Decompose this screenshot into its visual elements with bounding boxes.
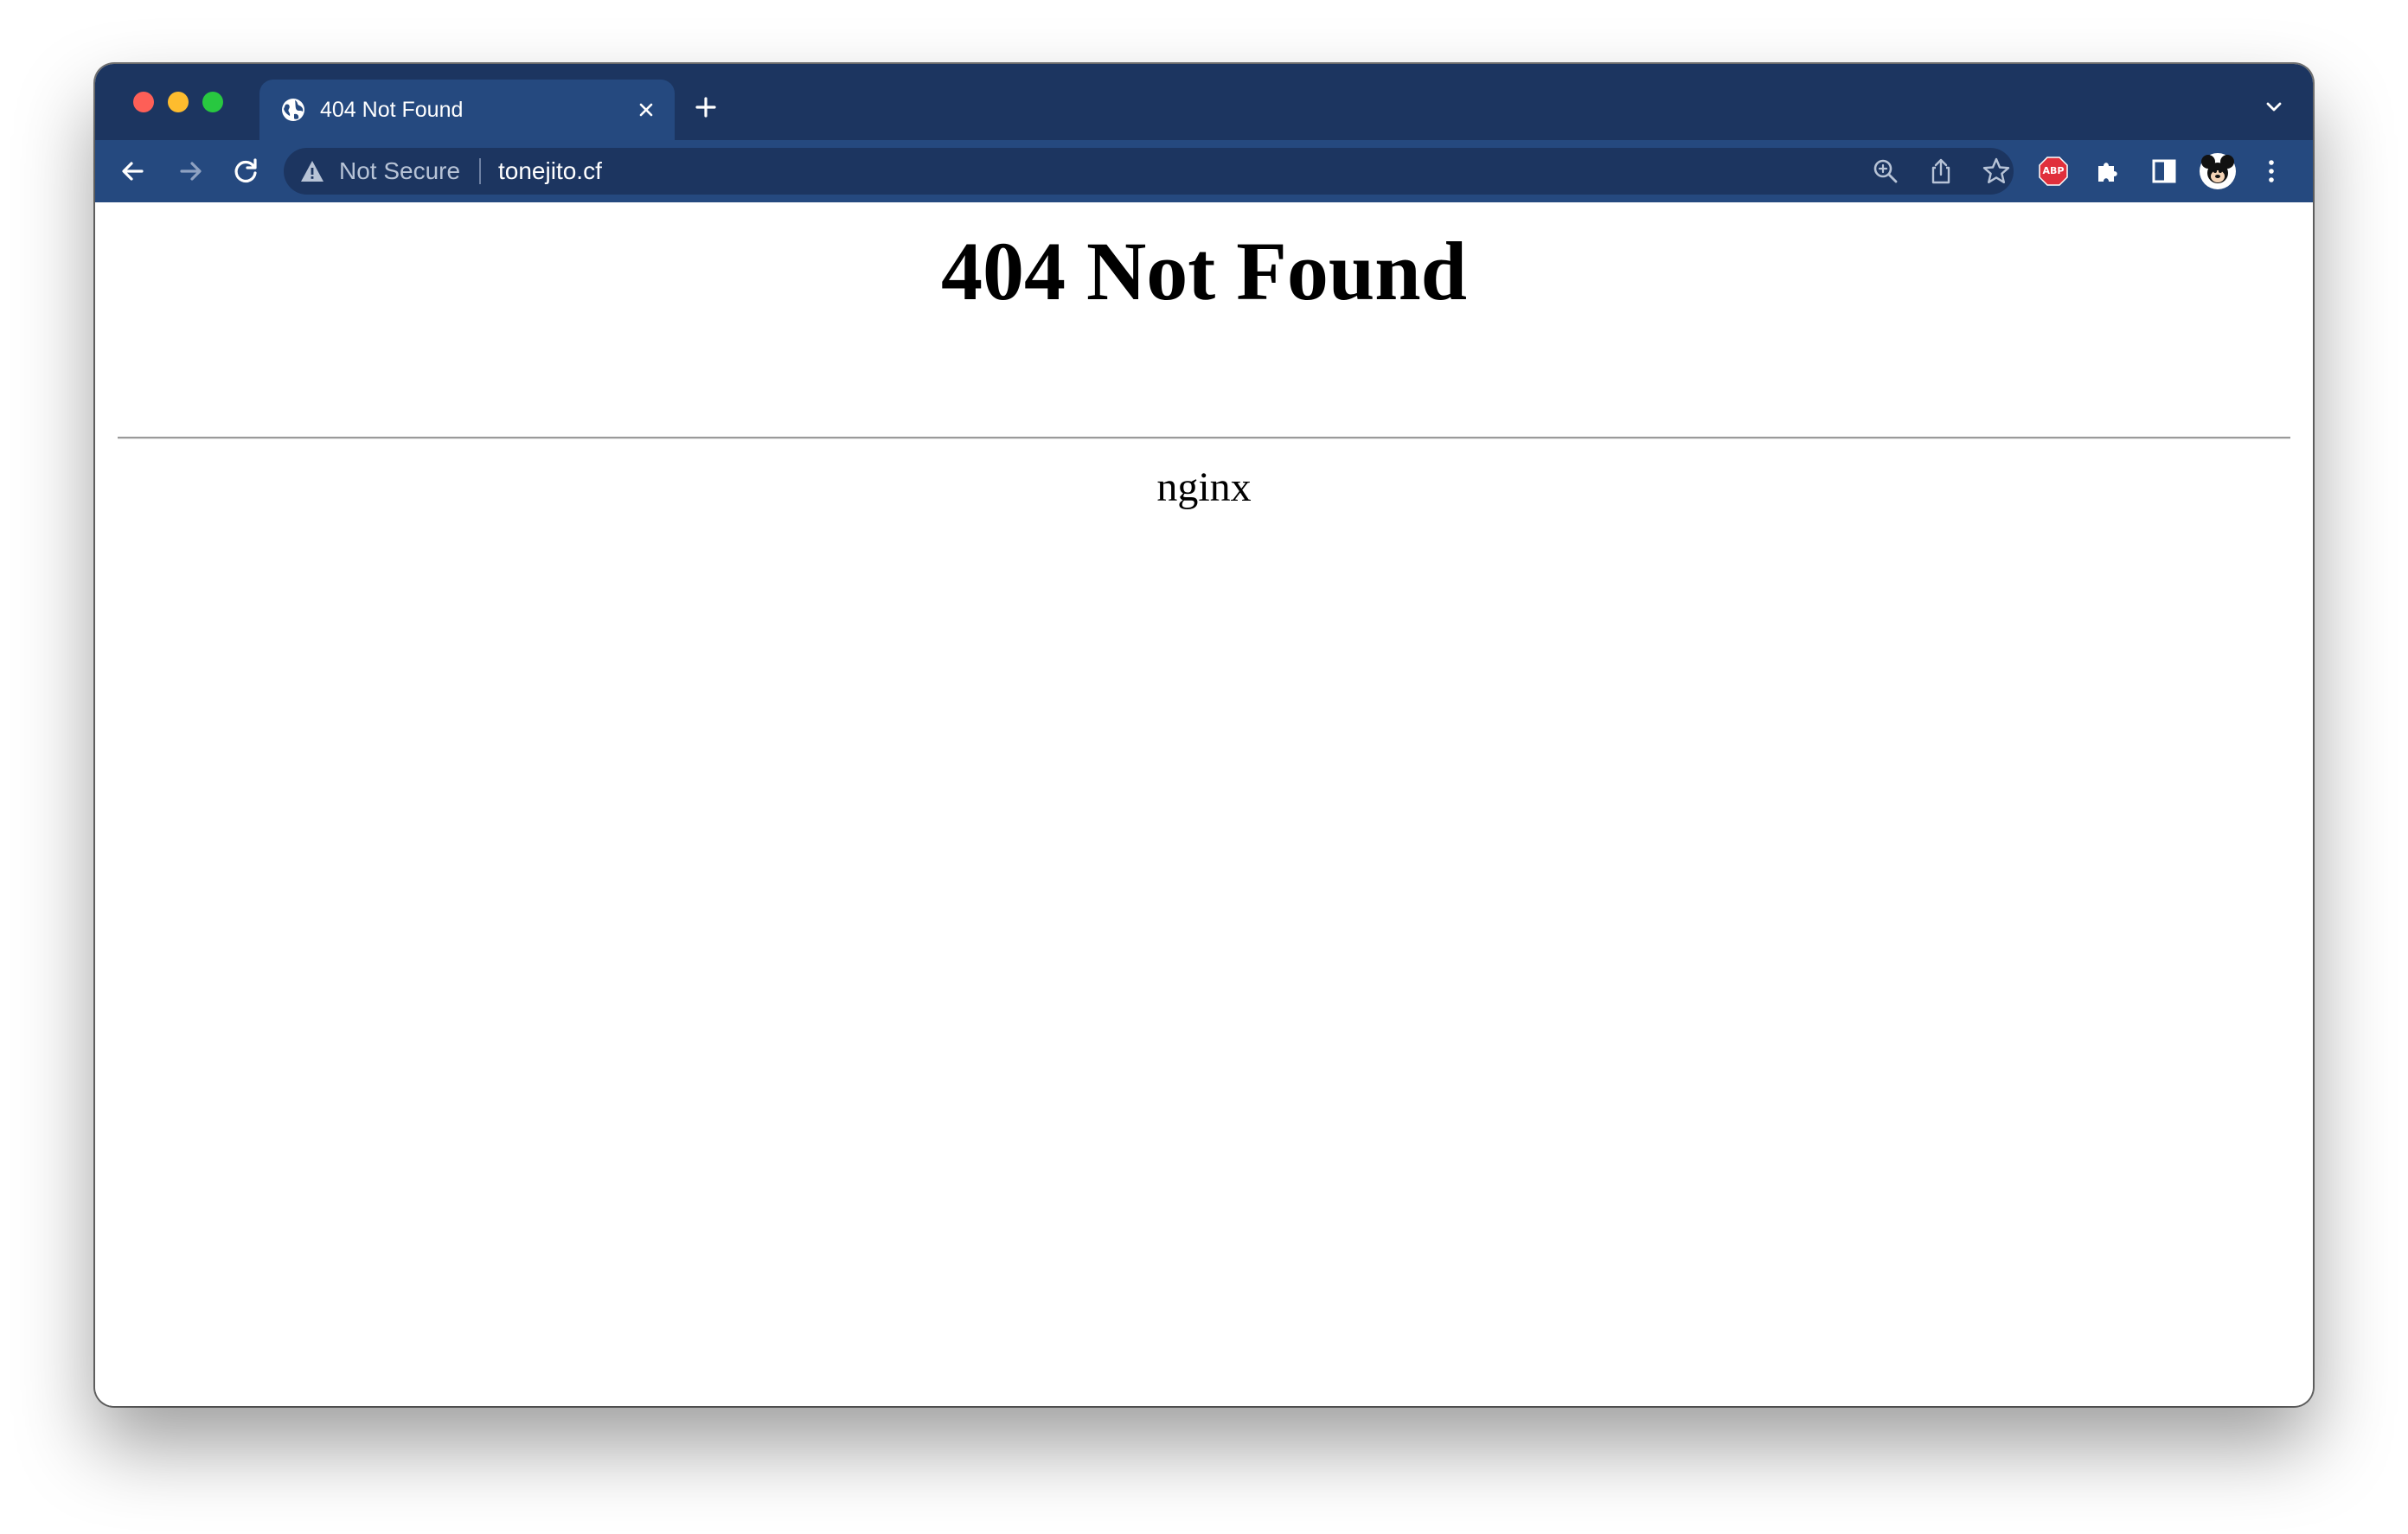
page-heading: 404 Not Found [940, 225, 1468, 317]
globe-icon [282, 99, 304, 121]
address-separator [479, 158, 481, 184]
back-arrow-icon[interactable] [114, 152, 152, 190]
extensions-puzzle-icon[interactable] [2090, 152, 2128, 190]
warning-icon[interactable] [299, 159, 325, 183]
new-tab-icon[interactable] [688, 90, 723, 125]
adblock-extension-icon[interactable]: ABP [2036, 154, 2071, 189]
tab-title: 404 Not Found [320, 98, 464, 122]
address-bar[interactable]: Not Secure tonejito.cf [284, 148, 2014, 195]
profile-avatar-icon[interactable] [2199, 152, 2237, 190]
bookmark-star-icon[interactable] [1981, 156, 2012, 187]
tab-search-chevron-icon[interactable] [2259, 92, 2289, 121]
url-text[interactable]: tonejito.cf [498, 157, 602, 186]
adblock-badge-label: ABP [2042, 165, 2065, 176]
close-tab-icon[interactable] [630, 93, 663, 126]
title-bar: 404 Not Found [95, 64, 2313, 140]
browser-window: 404 Not Found Not Secure tonejito.cf ABP… [95, 64, 2313, 1406]
share-icon[interactable] [1925, 156, 1956, 187]
horizontal-rule [118, 437, 2290, 439]
tab-active[interactable]: 404 Not Found [259, 80, 675, 140]
zoom-icon[interactable] [1870, 156, 1901, 187]
security-status-label[interactable]: Not Secure [339, 157, 460, 186]
side-panel-icon[interactable] [2145, 152, 2183, 190]
window-maximize-button[interactable] [202, 92, 223, 112]
page-content: 404 Not Found nginx [95, 202, 2313, 1406]
more-menu-icon[interactable] [2252, 152, 2290, 190]
window-minimize-button[interactable] [168, 92, 189, 112]
toolbar: Not Secure tonejito.cf ABP [95, 140, 2313, 202]
forward-arrow-icon[interactable] [171, 152, 209, 190]
reload-icon[interactable] [227, 152, 265, 190]
window-close-button[interactable] [133, 92, 154, 112]
server-signature: nginx [1156, 464, 1252, 510]
